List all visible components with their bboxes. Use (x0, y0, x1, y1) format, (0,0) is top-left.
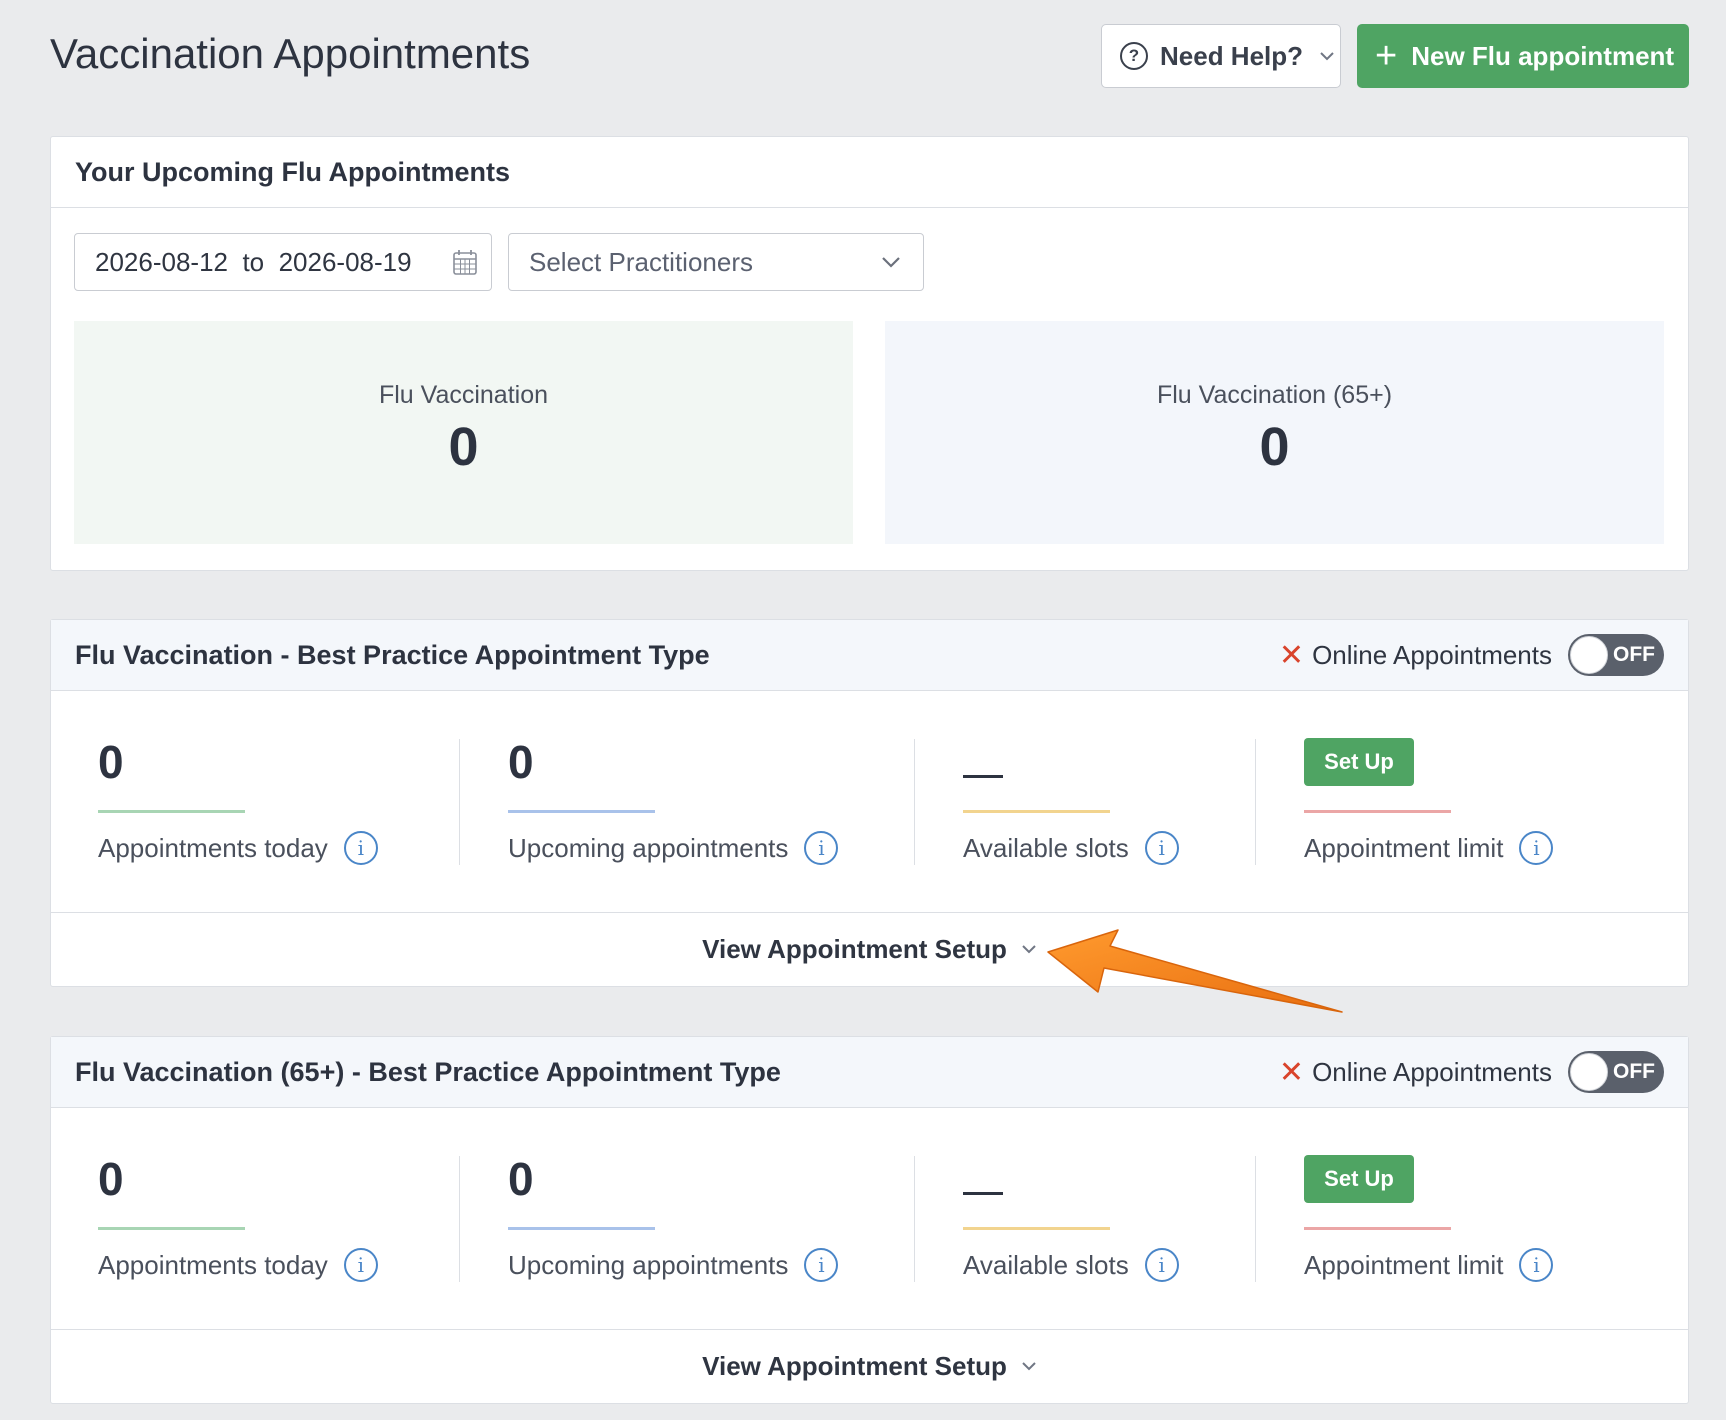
metric-bar (1304, 810, 1451, 813)
question-circle-icon: ? (1120, 42, 1148, 70)
appointments-today-label: Appointments today (98, 832, 328, 863)
chevron-down-icon (1022, 1362, 1036, 1371)
set-up-button[interactable]: Set Up (1304, 738, 1414, 786)
metric-bar (508, 810, 655, 813)
new-flu-appointment-label: New Flu appointment (1411, 40, 1675, 71)
upcoming-card-title: Your Upcoming Flu Appointments (75, 156, 510, 187)
annotation-arrow-icon (1047, 929, 1343, 1013)
stat-value: 0 (1259, 417, 1290, 477)
metric-bar (98, 810, 245, 813)
upcoming-appointments-card: Your Upcoming Flu Appointments 2026-08-1… (50, 136, 1689, 571)
online-appointments-status: ✕ Online Appointments OFF (1279, 1051, 1664, 1093)
info-circle-icon[interactable]: i (1519, 831, 1554, 865)
date-range-input[interactable]: 2026-08-12 to 2026-08-19 (74, 233, 492, 291)
type-card-header: Flu Vaccination (65+) - Best Practice Ap… (51, 1037, 1688, 1108)
empty-value-dash (963, 1192, 1003, 1195)
toggle-knob (1570, 636, 1608, 674)
view-setup-label: View Appointment Setup (702, 933, 1007, 964)
divider (1255, 1156, 1256, 1282)
online-appointments-label: Online Appointments (1312, 1056, 1552, 1087)
upcoming-appointments-value: 0 (508, 736, 534, 788)
metric-label: Appointment limit i (1304, 831, 1554, 865)
type-card-title: Flu Vaccination (65+) - Best Practice Ap… (75, 1056, 781, 1087)
page: Vaccination Appointments ? Need Help? + … (0, 0, 1726, 1420)
divider (459, 1156, 460, 1282)
divider (914, 1156, 915, 1282)
online-appointments-label: Online Appointments (1312, 639, 1552, 670)
date-range-value: 2026-08-12 to 2026-08-19 (95, 246, 412, 277)
stat-label: Flu Vaccination (378, 381, 549, 409)
info-circle-icon[interactable]: i (804, 1248, 839, 1282)
metric-bar (508, 1227, 655, 1230)
chevron-down-icon (1022, 945, 1036, 954)
toggle-knob (1570, 1053, 1608, 1091)
upcoming-appointments-value: 0 (508, 1153, 534, 1205)
metric-label: Available slots i (963, 1248, 1179, 1282)
new-flu-appointment-button[interactable]: + New Flu appointment (1357, 24, 1689, 88)
x-icon: ✕ (1278, 638, 1305, 672)
divider (459, 739, 460, 865)
appointment-limit-label: Appointment limit (1304, 832, 1504, 863)
info-circle-icon[interactable]: i (1144, 831, 1179, 865)
metric-bar (98, 1227, 245, 1230)
stat-flu-vaccination: Flu Vaccination 0 (74, 321, 853, 544)
need-help-label: Need Help? (1160, 40, 1304, 71)
metric-label: Appointments today i (98, 1248, 378, 1282)
appointments-today-label: Appointments today (98, 1249, 328, 1280)
upcoming-appointments-label: Upcoming appointments (508, 832, 789, 863)
page-title: Vaccination Appointments (50, 30, 531, 77)
metrics-row: 0 Appointments today i 0 Upcoming appoin… (51, 1108, 1688, 1330)
filters: 2026-08-12 to 2026-08-19 Select Practiti… (74, 233, 924, 291)
x-icon: ✕ (1278, 1055, 1305, 1089)
practitioners-select[interactable]: Select Practitioners (508, 233, 924, 291)
divider (914, 739, 915, 865)
info-circle-icon[interactable]: i (804, 831, 839, 865)
chevron-down-icon (882, 257, 900, 268)
metric-label: Appointments today i (98, 831, 378, 865)
online-appointments-toggle[interactable]: OFF (1568, 634, 1664, 676)
calendar-icon (453, 250, 477, 275)
appointment-limit-label: Appointment limit (1304, 1249, 1504, 1280)
appointment-type-card-flu-65: Flu Vaccination (65+) - Best Practice Ap… (50, 1036, 1689, 1404)
available-slots-label: Available slots (963, 1249, 1129, 1280)
info-circle-icon[interactable]: i (1144, 1248, 1179, 1282)
metric-label: Available slots i (963, 831, 1179, 865)
online-appointments-toggle[interactable]: OFF (1568, 1051, 1664, 1093)
type-card-title: Flu Vaccination - Best Practice Appointm… (75, 639, 710, 670)
upcoming-appointments-label: Upcoming appointments (508, 1249, 789, 1280)
metric-label: Upcoming appointments i (508, 1248, 839, 1282)
online-appointments-status: ✕ Online Appointments OFF (1279, 634, 1664, 676)
info-circle-icon[interactable]: i (343, 831, 378, 865)
metric-bar (1304, 1227, 1451, 1230)
view-appointment-setup-toggle[interactable]: View Appointment Setup (51, 913, 1688, 985)
metric-label: Appointment limit i (1304, 1248, 1554, 1282)
stat-flu-vaccination-65: Flu Vaccination (65+) 0 (885, 321, 1664, 544)
type-card-header: Flu Vaccination - Best Practice Appointm… (51, 620, 1688, 691)
appointments-today-value: 0 (98, 736, 124, 788)
metric-label: Upcoming appointments i (508, 831, 839, 865)
plus-icon: + (1375, 35, 1398, 77)
metric-bar (963, 810, 1110, 813)
toggle-state: OFF (1613, 643, 1655, 666)
view-setup-label: View Appointment Setup (702, 1350, 1007, 1381)
appointment-type-card-flu: Flu Vaccination - Best Practice Appointm… (50, 619, 1689, 987)
metric-bar (963, 1227, 1110, 1230)
divider (1255, 739, 1256, 865)
chevron-down-icon (1320, 52, 1334, 61)
appointments-today-value: 0 (98, 1153, 124, 1205)
toggle-state: OFF (1613, 1060, 1655, 1083)
practitioners-placeholder: Select Practitioners (529, 246, 753, 277)
info-circle-icon[interactable]: i (343, 1248, 378, 1282)
need-help-button[interactable]: ? Need Help? (1101, 24, 1341, 88)
info-circle-icon[interactable]: i (1519, 1248, 1554, 1282)
stat-label: Flu Vaccination (65+) (1156, 381, 1393, 409)
empty-value-dash (963, 775, 1003, 778)
view-appointment-setup-toggle[interactable]: View Appointment Setup (51, 1330, 1688, 1402)
upcoming-card-header: Your Upcoming Flu Appointments (51, 137, 1688, 208)
available-slots-label: Available slots (963, 832, 1129, 863)
set-up-button[interactable]: Set Up (1304, 1155, 1414, 1203)
metrics-row: 0 Appointments today i 0 Upcoming appoin… (51, 691, 1688, 913)
stat-value: 0 (448, 417, 479, 477)
